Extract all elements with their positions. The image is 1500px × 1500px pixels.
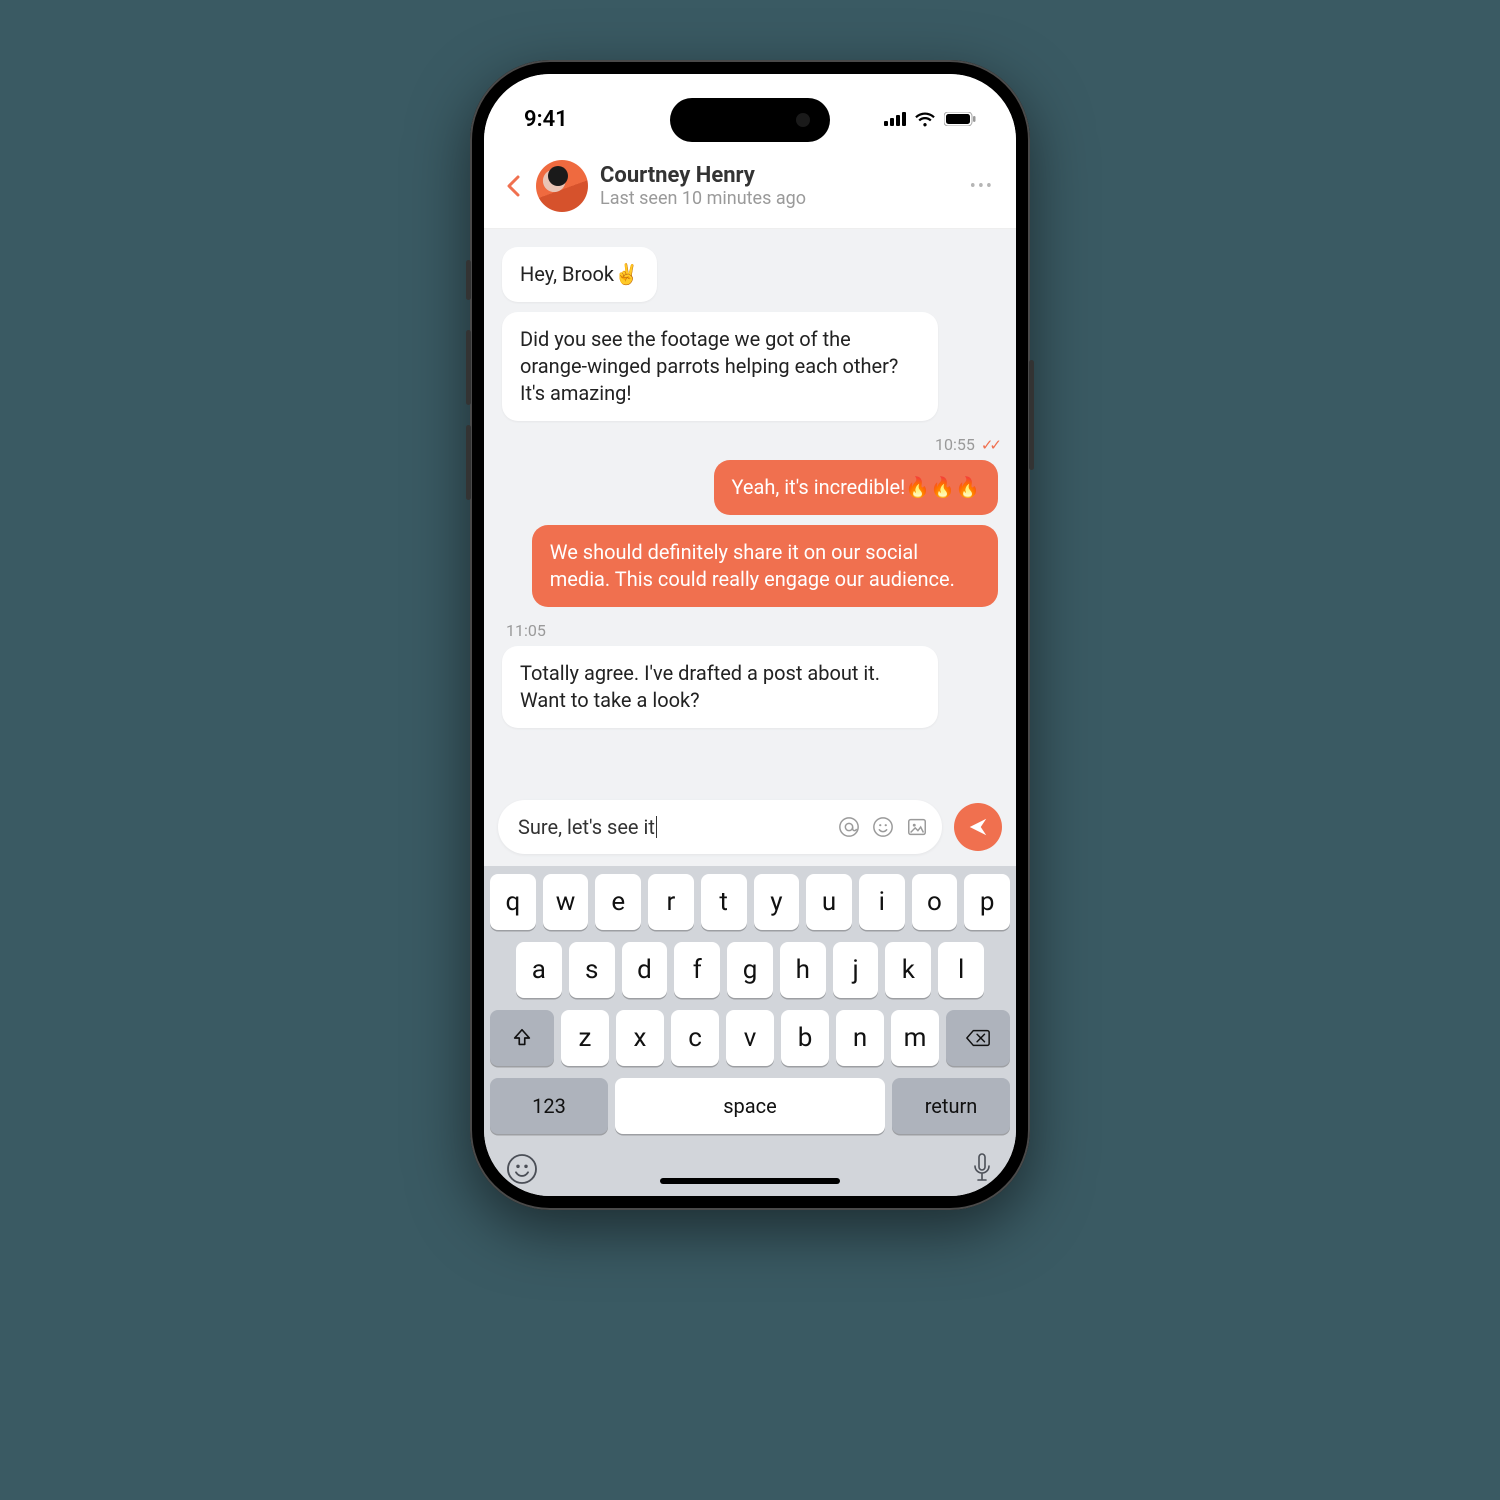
text-cursor [656,816,658,838]
key-o[interactable]: o [912,874,958,930]
last-seen-text: Last seen 10 minutes ago [600,188,958,209]
message-outgoing[interactable]: Yeah, it's incredible!🔥🔥🔥 [714,460,998,515]
composer-row: Sure, let's see it [484,800,1016,866]
space-key[interactable]: space [615,1078,885,1134]
mention-icon[interactable] [838,816,860,838]
volume-up-button [466,330,471,405]
key-y[interactable]: y [754,874,800,930]
keyboard-row-1: qwertyuiop [490,874,1010,930]
key-v[interactable]: v [726,1010,774,1066]
message-incoming[interactable]: Hey, Brook✌️ [502,247,657,302]
numeric-key[interactable]: 123 [490,1078,608,1134]
key-u[interactable]: u [806,874,852,930]
key-d[interactable]: d [622,942,668,998]
key-b[interactable]: b [781,1010,829,1066]
shift-key[interactable] [490,1010,554,1066]
status-icons [884,111,976,127]
message-outgoing[interactable]: We should definitely share it on our soc… [532,525,998,607]
message-incoming[interactable]: Did you see the footage we got of the or… [502,312,938,421]
key-p[interactable]: p [964,874,1010,930]
power-button [1029,360,1034,470]
side-button [466,260,471,300]
key-z[interactable]: z [561,1010,609,1066]
contact-name: Courtney Henry [600,163,958,188]
key-c[interactable]: c [671,1010,719,1066]
message-time: 10:55 [935,435,975,454]
message-meta: 10:55 ✓✓ [935,435,998,454]
key-f[interactable]: f [674,942,720,998]
message-incoming[interactable]: Totally agree. I've drafted a post about… [502,646,938,728]
key-a[interactable]: a [516,942,562,998]
message-input[interactable]: Sure, let's see it [498,800,942,854]
header-text: Courtney Henry Last seen 10 minutes ago [600,163,958,209]
screen: 9:41 Courtney Henry Last seen 10 minutes… [484,74,1016,1196]
key-s[interactable]: s [569,942,615,998]
cellular-icon [884,112,906,126]
key-l[interactable]: l [938,942,984,998]
keyboard-row-4: 123 space return [490,1078,1010,1134]
keyboard-row-2: asdfghjkl [490,942,1010,998]
emoji-icon[interactable] [872,816,894,838]
key-q[interactable]: q [490,874,536,930]
key-m[interactable]: m [891,1010,939,1066]
input-value: Sure, let's see it [518,815,655,839]
key-t[interactable]: t [701,874,747,930]
home-indicator[interactable] [660,1178,840,1184]
key-r[interactable]: r [648,874,694,930]
keyboard-row-3: zxcvbnm [490,1010,1010,1066]
key-k[interactable]: k [885,942,931,998]
dictation-icon[interactable] [970,1152,994,1186]
key-j[interactable]: j [833,942,879,998]
volume-down-button [466,425,471,500]
battery-icon [944,112,976,126]
emoji-keyboard-icon[interactable] [506,1153,538,1185]
dynamic-island [670,98,830,142]
image-icon[interactable] [906,816,928,838]
key-e[interactable]: e [595,874,641,930]
back-button[interactable] [506,175,524,197]
send-button[interactable] [954,803,1002,851]
message-meta: 11:05 [502,621,546,640]
key-n[interactable]: n [836,1010,884,1066]
return-key[interactable]: return [892,1078,1010,1134]
key-x[interactable]: x [616,1010,664,1066]
read-receipt-icon: ✓✓ [981,436,998,454]
key-i[interactable]: i [859,874,905,930]
more-options-button[interactable]: ••• [970,176,994,197]
status-time: 9:41 [524,107,568,132]
wifi-icon [914,111,936,127]
keyboard: qwertyuiop asdfghjkl zxcvbnm 123 space r… [484,866,1016,1196]
key-w[interactable]: w [543,874,589,930]
message-time: 11:05 [506,621,546,640]
key-g[interactable]: g [727,942,773,998]
key-h[interactable]: h [780,942,826,998]
backspace-key[interactable] [946,1010,1010,1066]
message-input-text[interactable]: Sure, let's see it [518,815,826,839]
avatar[interactable] [536,160,588,212]
chat-header: Courtney Henry Last seen 10 minutes ago … [484,146,1016,229]
phone-frame: 9:41 Courtney Henry Last seen 10 minutes… [470,60,1030,1210]
message-list[interactable]: Hey, Brook✌️ Did you see the footage we … [484,229,1016,800]
